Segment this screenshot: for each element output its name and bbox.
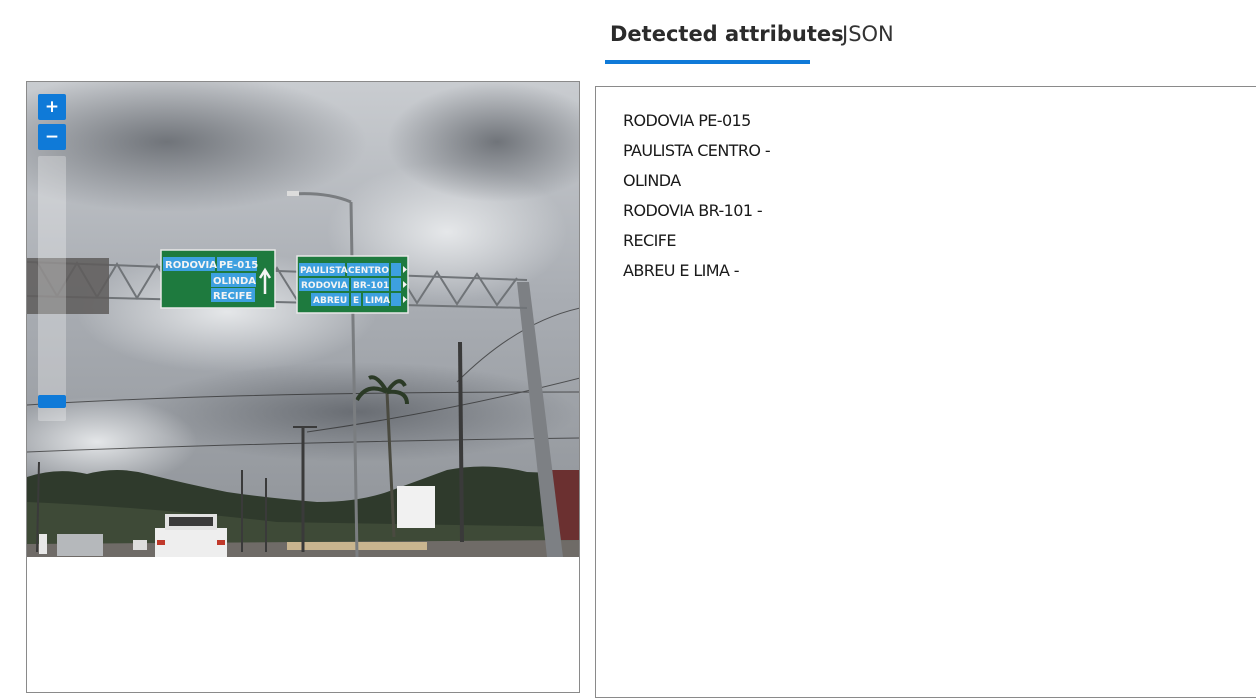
detected-attributes-panel: RODOVIA PE-015 PAULISTA CENTRO - OLINDA … xyxy=(595,86,1256,698)
analyzed-photo: RODOVIA PE-015 OLINDA RECIFE PAULISTA CE… xyxy=(27,82,579,557)
sign-right-text-1: PAULISTA xyxy=(300,266,348,276)
sign-left-text-1: RODOVIA xyxy=(165,260,217,271)
sign-right-text-5: ABREU xyxy=(313,296,347,306)
zoom-out-button[interactable]: − xyxy=(38,124,66,150)
attribute-item: RODOVIA PE-015 xyxy=(623,111,751,130)
sign-right-text-6: E xyxy=(353,296,359,306)
tab-json[interactable]: JSON xyxy=(842,22,894,46)
active-tab-indicator xyxy=(605,60,810,64)
sign-right-text-4: BR-101 xyxy=(353,281,389,291)
zoom-slider-thumb[interactable] xyxy=(38,395,66,409)
sign-left-text-3: OLINDA xyxy=(213,276,256,287)
road-sign-right: PAULISTA CENTRO RODOVIA BR-101 ABREU E L… xyxy=(296,255,409,314)
pickup-truck xyxy=(155,514,227,557)
attribute-item: RODOVIA BR-101 - xyxy=(623,201,763,220)
attributes-list: RODOVIA PE-015 PAULISTA CENTRO - OLINDA … xyxy=(623,106,771,286)
zoom-in-button[interactable]: + xyxy=(38,94,66,120)
attribute-item: RECIFE xyxy=(623,231,676,250)
road-sign-left: RODOVIA PE-015 OLINDA RECIFE xyxy=(160,249,276,309)
tab-detected-attributes[interactable]: Detected attributes xyxy=(610,22,844,46)
zoom-slider-track[interactable] xyxy=(38,156,66,421)
sign-right-text-2: CENTRO xyxy=(348,266,389,276)
sign-left-text-2: PE-015 xyxy=(219,260,258,271)
attribute-item: OLINDA xyxy=(623,171,681,190)
attribute-item: ABREU E LIMA - xyxy=(623,261,740,280)
sign-left-text-4: RECIFE xyxy=(213,291,252,302)
sign-right-text-3: RODOVIA xyxy=(301,281,348,291)
attribute-item: PAULISTA CENTRO - xyxy=(623,141,771,160)
car xyxy=(57,534,103,556)
sign-right-text-7: LIMA xyxy=(365,296,390,306)
image-viewer[interactable]: RODOVIA PE-015 OLINDA RECIFE PAULISTA CE… xyxy=(26,81,580,693)
